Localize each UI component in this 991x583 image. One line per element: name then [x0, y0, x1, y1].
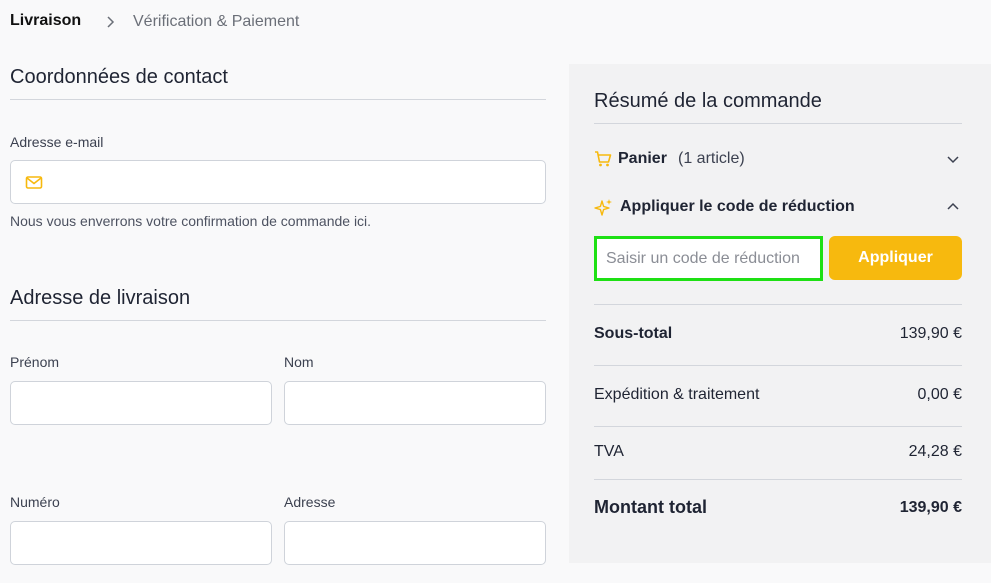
- order-summary-panel: [569, 64, 991, 563]
- shipping-cost-value: 0,00 €: [917, 386, 962, 403]
- email-label: Adresse e-mail: [10, 134, 104, 150]
- chevron-down-icon: [947, 156, 959, 164]
- address-field[interactable]: [284, 521, 546, 565]
- chevron-right-icon: [107, 16, 115, 28]
- shipping-divider: [10, 320, 546, 321]
- total-label: Montant total: [594, 497, 707, 517]
- summary-divider-3: [594, 426, 962, 427]
- discount-label: Appliquer le code de réduction: [620, 198, 855, 215]
- address-label: Adresse: [284, 494, 336, 510]
- cart-icon: [595, 151, 612, 167]
- chevron-up-icon: [947, 202, 959, 210]
- summary-divider-2: [594, 365, 962, 366]
- tax-label: TVA: [594, 443, 624, 460]
- discount-code-input[interactable]: [594, 236, 823, 281]
- cart-toggle[interactable]: Panier (1 article): [594, 148, 962, 172]
- subtotal-value: 139,90 €: [899, 325, 962, 342]
- email-hint: Nous vous enverrons votre confirmation d…: [10, 213, 372, 229]
- sparkles-icon: [594, 199, 612, 216]
- summary-divider-1: [594, 304, 962, 305]
- summary-divider-top: [594, 123, 962, 124]
- contact-divider: [10, 99, 546, 100]
- discount-toggle[interactable]: Appliquer le code de réduction: [594, 196, 962, 220]
- shipping-cost-label: Expédition & traitement: [594, 386, 760, 403]
- contact-section-title: Coordonnées de contact: [10, 66, 228, 88]
- first-name-field[interactable]: [10, 381, 272, 425]
- cart-label: Panier: [618, 150, 667, 167]
- cart-count: (1 article): [678, 150, 745, 167]
- summary-divider-4: [594, 479, 962, 480]
- last-name-label: Nom: [284, 354, 314, 370]
- last-name-field[interactable]: [284, 381, 546, 425]
- tax-value: 24,28 €: [908, 443, 962, 460]
- mail-icon: [25, 176, 43, 189]
- breadcrumb-current[interactable]: Livraison: [10, 12, 81, 30]
- breadcrumb-next[interactable]: Vérification & Paiement: [133, 13, 299, 31]
- number-label: Numéro: [10, 494, 60, 510]
- email-field[interactable]: [10, 160, 546, 204]
- shipping-section-title: Adresse de livraison: [10, 287, 191, 309]
- first-name-label: Prénom: [10, 354, 60, 370]
- summary-title: Résumé de la commande: [594, 90, 822, 112]
- total-value: 139,90 €: [899, 499, 962, 516]
- number-field[interactable]: [10, 521, 272, 565]
- apply-discount-button[interactable]: Appliquer: [829, 236, 962, 280]
- subtotal-label: Sous-total: [594, 325, 673, 342]
